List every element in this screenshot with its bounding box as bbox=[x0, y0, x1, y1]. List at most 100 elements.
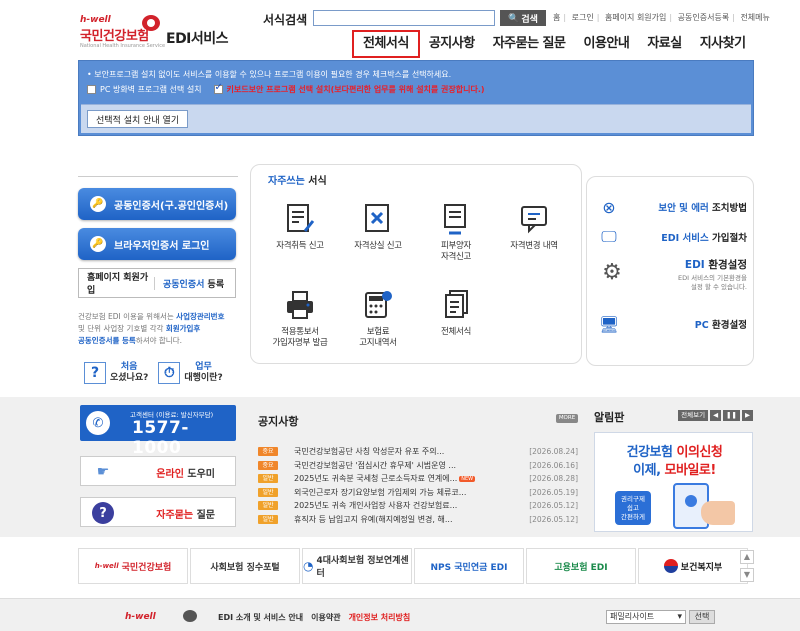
nav-branch[interactable]: 지사찾기 bbox=[691, 30, 755, 58]
firewall-checkbox[interactable] bbox=[87, 85, 96, 94]
desc-bold-1: 사업장관리번호 bbox=[176, 312, 225, 321]
join-link[interactable]: 홈페이지 회원가입 bbox=[79, 270, 154, 296]
cert-register-link[interactable]: 공동인증서 등록 bbox=[154, 276, 225, 290]
partner-mohw[interactable]: 보건복지부 bbox=[638, 548, 748, 584]
right-a-2: EDI bbox=[684, 259, 705, 271]
cert-register-rest: 등록 bbox=[207, 279, 225, 290]
first-visit-a: 처음 bbox=[120, 362, 138, 372]
edi-join-link[interactable]: 🖵 EDI 서비스 가입절차 bbox=[597, 225, 747, 249]
right-b-1: 가입절차 bbox=[712, 233, 747, 244]
form-label: 자격상실 신고 bbox=[354, 241, 402, 251]
notice-row[interactable]: 중요 국민건강보험공단 '점심시간 휴무제' 시범운영 ... [2026.06.1… bbox=[258, 459, 578, 473]
footer: h-well EDI 소개 및 서비스 안내 이용약관 개인정보 처리방침 패밀… bbox=[0, 598, 800, 631]
partner-nps[interactable]: NPS 국민연금 EDI bbox=[414, 548, 524, 584]
footer-link-privacy[interactable]: 개인정보 처리방침 bbox=[349, 612, 411, 623]
agency-link[interactable]: ⏱ 업무 대행이란? bbox=[158, 362, 223, 384]
right-b-2: 환경설정 bbox=[708, 259, 747, 271]
partner-collection-portal[interactable]: 사회보험 징수포털 bbox=[190, 548, 300, 584]
pc-env-link[interactable]: 🖥 PC 환경설정 bbox=[597, 312, 747, 336]
notice-row[interactable]: 일반 2025년도 귀속분 국세청 근로소득자료 연계에... NEW [2026.0… bbox=[258, 472, 578, 486]
online-helper-button[interactable]: ☛ 온라인 도우미 bbox=[80, 456, 236, 486]
taegeuk-icon bbox=[663, 559, 678, 573]
logo[interactable]: h-well 국민건강보험 National Health Insurance … bbox=[80, 15, 230, 51]
logo-sub: National Health Insurance Service bbox=[80, 43, 166, 49]
desc-text-1: 건강보험 EDI 이용을 위해서는 bbox=[78, 312, 174, 321]
online-b: 도우미 bbox=[187, 469, 215, 480]
question-icon: ? bbox=[84, 362, 106, 384]
util-join[interactable]: 홈페이지 회원가입 bbox=[605, 13, 666, 22]
footer-link-intro[interactable]: EDI 소개 및 서비스 안내 bbox=[218, 612, 303, 623]
notice-row[interactable]: 일반 외국인근로자 장기요양보험 가입제외 가능 체류코... [2026.05.1… bbox=[258, 486, 578, 500]
form-all[interactable]: 전체서식 bbox=[417, 283, 495, 361]
form-label: 적용통보서 가입자명부 발급 bbox=[272, 327, 328, 348]
keyboard-security-checkbox[interactable] bbox=[213, 82, 223, 94]
security-error-link[interactable]: ⊗ 보안 및 에러 조치방법 bbox=[597, 195, 747, 219]
swirl-icon: ◔ bbox=[303, 559, 314, 573]
nav-all-forms[interactable]: 전체서식 bbox=[352, 30, 420, 58]
cert-login-button[interactable]: 🔑 공동인증서(구.공인인증서) bbox=[78, 188, 236, 220]
chat-document-icon bbox=[521, 206, 547, 234]
notice-row[interactable]: 일반 2025년도 귀속 개인사업장 사용자 건강보험료... [2026.05.1… bbox=[258, 499, 578, 513]
nav-library[interactable]: 자료실 bbox=[638, 30, 690, 58]
notice-tag: 중요 bbox=[258, 447, 278, 457]
notice-row-date: [2026.05.12] bbox=[529, 514, 578, 524]
search-button[interactable]: 🔍 검색 bbox=[500, 10, 546, 26]
partner-4insurance[interactable]: ◔ 4대사회보험 정보연계센터 bbox=[302, 548, 412, 584]
partner-label: 보건복지부 bbox=[680, 562, 723, 573]
form-premium[interactable]: 보험료 고지내역서 bbox=[339, 283, 417, 361]
scroll-up-icon[interactable]: ▲ bbox=[740, 550, 754, 564]
hand-pointer-icon: ☛ bbox=[96, 464, 110, 480]
util-home[interactable]: 홈 bbox=[553, 13, 560, 22]
utility-nav: 홈 | 로그인 | 홈페이지 회원가입 | 공동인증서등록 | 전체메뉴 bbox=[553, 13, 770, 22]
first-visit-b: 오셨나요? bbox=[110, 373, 149, 383]
phone-icon: ✆ bbox=[86, 411, 110, 435]
notice-row[interactable]: 일반 휴직자 등 납입고지 유예(해지예정일 변경, 해... [2026.05.1… bbox=[258, 513, 578, 527]
nav-notices[interactable]: 공지사항 bbox=[420, 30, 484, 58]
form-dependent[interactable]: 피부양자 자격신고 bbox=[417, 197, 495, 275]
partner-employment[interactable]: 고용보험 EDI bbox=[526, 548, 636, 584]
partner-nhis[interactable]: h-well 국민건강보험 bbox=[78, 548, 188, 584]
faq-a: 자주묻는 bbox=[156, 510, 194, 521]
search-input[interactable] bbox=[313, 10, 495, 26]
pause-icon[interactable]: ❚❚ bbox=[723, 410, 740, 421]
desc-text-2: 및 단위 사업장 기호별 각각 bbox=[78, 324, 164, 333]
question-bubble-icon: ? bbox=[91, 501, 115, 525]
notice-row[interactable]: 중요 국민건강보험공단 사칭 악성문자 유포 주의... [2026.08.24] bbox=[258, 445, 578, 459]
scroll-down-icon[interactable]: ▼ bbox=[740, 568, 754, 582]
form-acquire[interactable]: 자격취득 신고 bbox=[261, 197, 339, 275]
alarm-banner[interactable]: 건강보험 이의신청 이제, 모바일로! 권리구제 쉽고 간편하게 bbox=[594, 432, 753, 532]
key-icon: 🔑 bbox=[90, 196, 106, 212]
util-login[interactable]: 로그인 bbox=[572, 13, 594, 22]
form-notice-list[interactable]: 적용통보서 가입자명부 발급 bbox=[261, 283, 339, 361]
form-label: 피부양자 자격신고 bbox=[440, 241, 472, 262]
footer-link-terms[interactable]: 이용약관 bbox=[311, 612, 340, 623]
open-install-guide-button[interactable]: 선택적 설치 안내 열기 bbox=[87, 110, 189, 128]
notice-more-button[interactable]: MORE bbox=[556, 414, 578, 423]
form-loss[interactable]: 자격상실 신고 bbox=[339, 197, 417, 275]
notice-row-date: [2026.08.24] bbox=[529, 447, 578, 457]
form-change[interactable]: 자격변경 내역 bbox=[495, 197, 573, 275]
faq-button[interactable]: ? 자주묻는 질문 bbox=[80, 497, 236, 527]
util-allmenu[interactable]: 전체메뉴 bbox=[740, 13, 769, 22]
prev-icon[interactable]: ◀ bbox=[710, 410, 722, 421]
alarm-view-all-button[interactable]: 전체보기 bbox=[678, 410, 709, 421]
browser-cert-button[interactable]: 🔑 브라우저인증서 로그인 bbox=[78, 228, 236, 260]
notice-tag: 일반 bbox=[258, 514, 278, 524]
form-label: 보험료 고지내역서 bbox=[359, 327, 397, 348]
firewall-label: PC 방화벽 프로그램 선택 설치 bbox=[100, 85, 202, 94]
right-a-3: PC bbox=[694, 320, 709, 331]
right-b-0: 조치방법 bbox=[712, 203, 747, 214]
nav-faq[interactable]: 자주묻는 질문 bbox=[484, 30, 575, 58]
alarm-board: 알림판 전체보기 ◀ ❚❚ ▶ 건강보험 이의신청 이제, 모바일로! 권리구제… bbox=[590, 405, 755, 535]
notice-board: 공지사항 MORE 중요 국민건강보험공단 사칭 악성문자 유포 주의... [20… bbox=[258, 405, 578, 535]
first-visit-link[interactable]: ? 처음 오셨나요? bbox=[84, 362, 148, 384]
next-icon[interactable]: ▶ bbox=[742, 410, 753, 421]
edi-env-link[interactable]: ⚙ EDI 환경설정 EDI 서비스의 기본환경을 설정 할 수 있습니다. bbox=[597, 257, 747, 292]
family-site-go-button[interactable]: 선택 bbox=[689, 610, 715, 624]
family-site-select[interactable]: 패밀리사이트 bbox=[606, 610, 686, 624]
notice-tag: 중요 bbox=[258, 460, 278, 470]
logo-name: 국민건강보험 bbox=[80, 29, 149, 44]
util-cert[interactable]: 공동인증서등록 bbox=[678, 13, 730, 22]
nav-guide[interactable]: 이용안내 bbox=[574, 30, 638, 58]
banner-badge: 권리구제 쉽고 간편하게 bbox=[615, 491, 651, 525]
